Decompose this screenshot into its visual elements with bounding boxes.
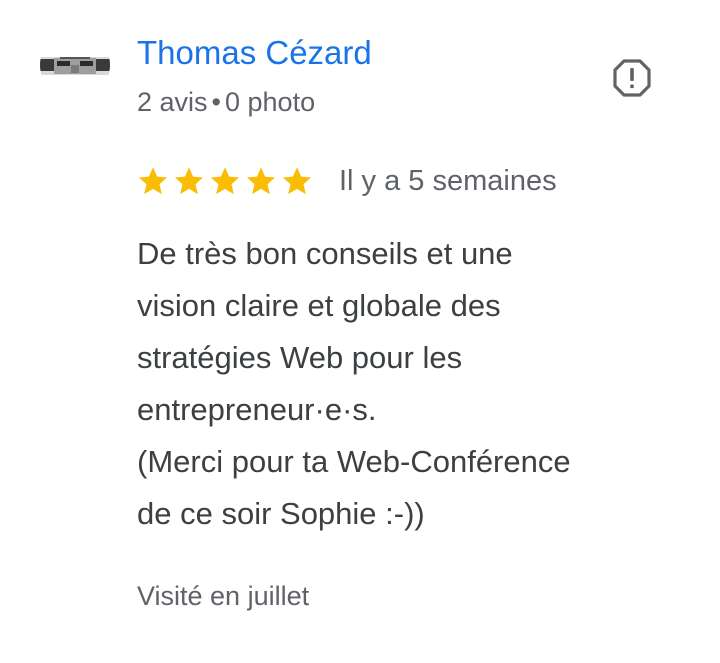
author-name-link[interactable]: Thomas Cézard — [137, 33, 372, 73]
visited-date: Visité en juillet — [137, 581, 310, 611]
report-alert-icon — [613, 59, 651, 97]
star-icon — [175, 167, 203, 195]
star-icon — [283, 167, 311, 195]
meta-separator: • — [211, 87, 221, 117]
review-text-line: (Merci pour ta Web-Conférence — [137, 444, 571, 479]
review-text-line: vision claire et globale des — [137, 288, 501, 323]
review-text-line: De très bon conseils et une — [137, 236, 513, 271]
avatar-photo-image — [40, 30, 110, 100]
review-text-line: de ce soir Sophie :-)) — [137, 496, 425, 531]
review-text: De très bon conseils et une vision claire… — [137, 228, 712, 540]
review-text-line: stratégies Web pour les — [137, 340, 463, 375]
star-icon — [247, 167, 275, 195]
review-date: Il y a 5 semaines — [339, 164, 557, 197]
star-rating — [137, 165, 313, 197]
author-avatar[interactable] — [40, 30, 110, 100]
rating-row: Il y a 5 semaines — [137, 160, 557, 202]
review-text-line: entrepreneur·e·s. — [137, 392, 377, 427]
report-review-button[interactable] — [612, 58, 652, 98]
star-icon — [139, 167, 167, 195]
star-icon — [211, 167, 239, 195]
reviews-count: 2 avis — [137, 87, 208, 117]
photos-count: 0 photo — [225, 87, 316, 117]
review-card: Thomas Cézard 2 avis • 0 photo Il y a 5 se… — [0, 0, 720, 663]
author-meta: 2 avis • 0 photo — [137, 85, 315, 119]
